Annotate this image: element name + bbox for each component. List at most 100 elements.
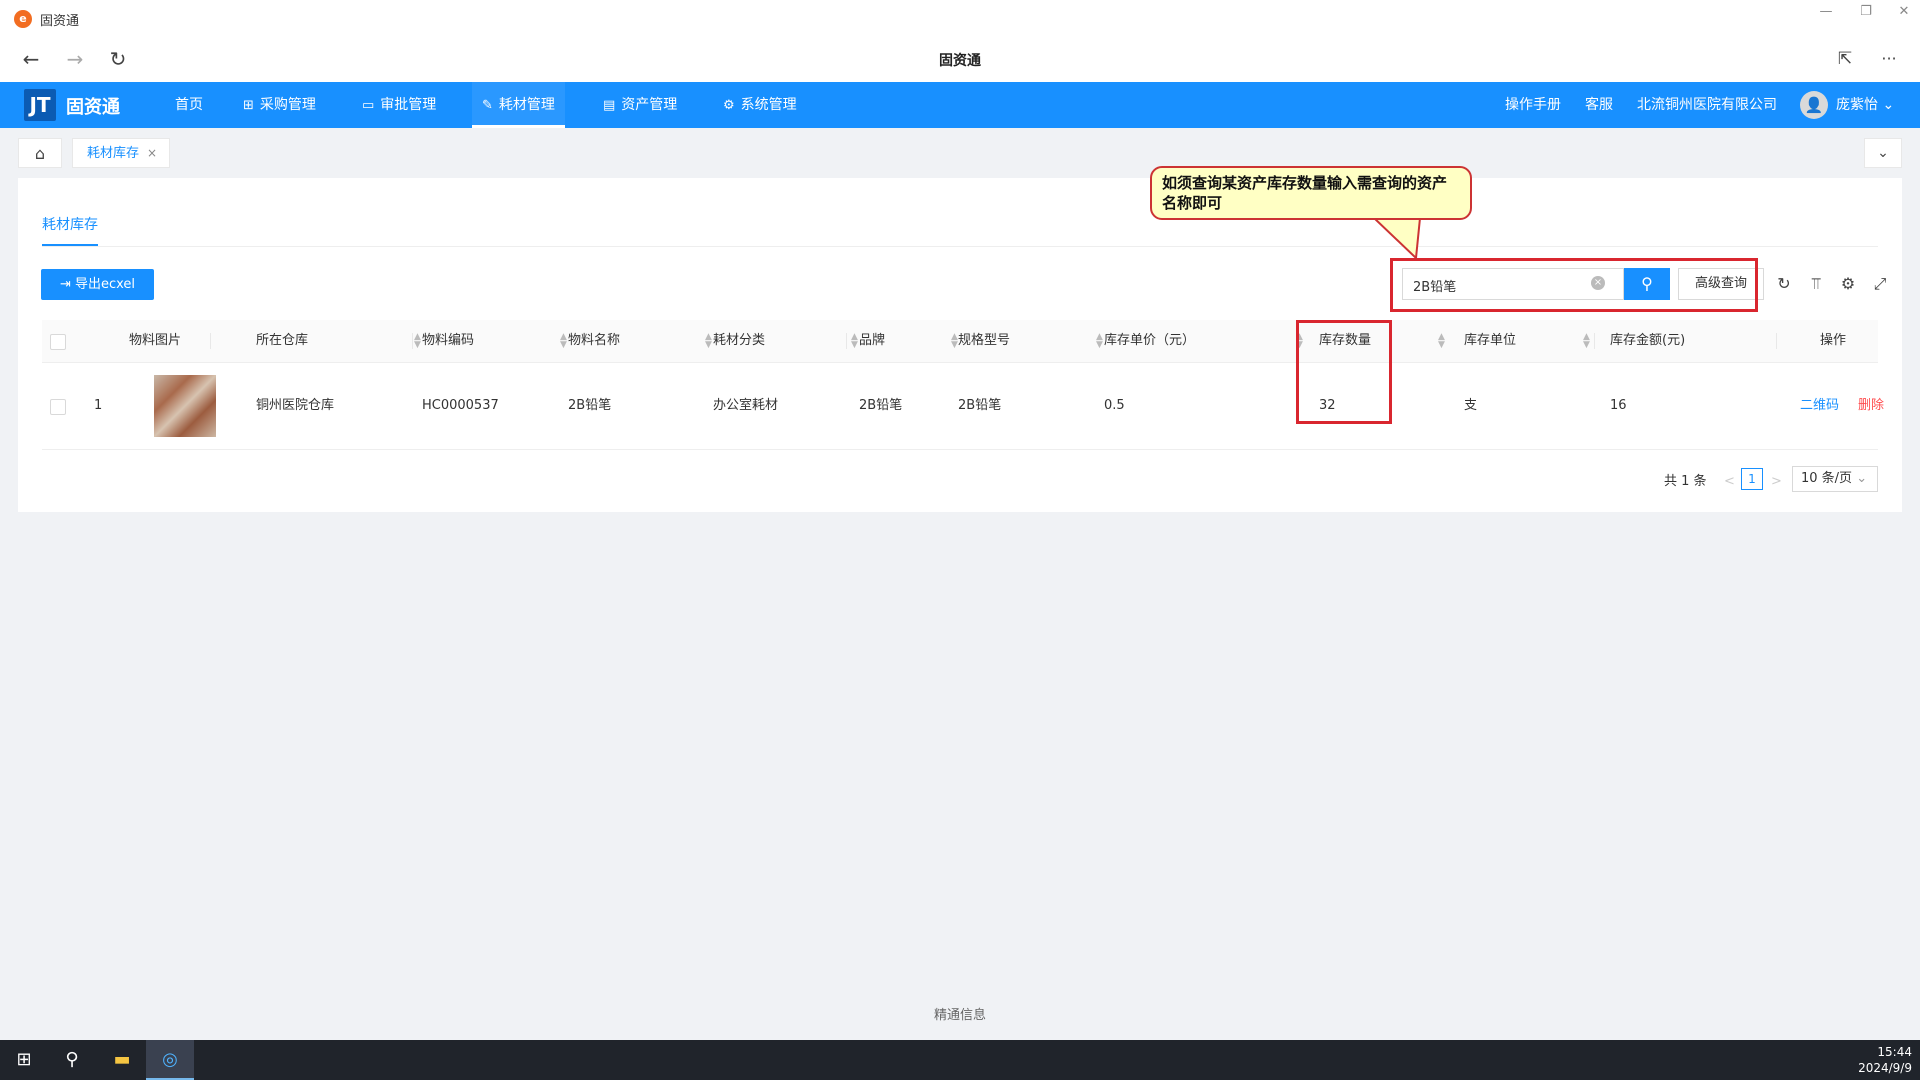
forward-icon[interactable]: → xyxy=(62,48,88,70)
sort-icon[interactable]: ▲ ▼ xyxy=(560,333,567,350)
callout-pointer xyxy=(1371,216,1422,261)
column-header[interactable]: 耗材分类 xyxy=(713,320,765,362)
menu-label: 系统管理 xyxy=(740,97,797,113)
company-name[interactable]: 北流铜州医院有限公司 xyxy=(1637,82,1777,128)
system-clock[interactable]: 15:44 2024/9/9 xyxy=(1840,1044,1912,1076)
pagination-next-icon[interactable]: > xyxy=(1771,470,1782,494)
export-excel-button[interactable]: ⇥ 导出ecxel xyxy=(41,269,154,300)
sort-icon[interactable]: ▲ ▼ xyxy=(1096,333,1103,350)
menu-assets[interactable]: ▤ 资产管理 xyxy=(603,82,677,128)
column-header[interactable]: 物料名称 xyxy=(568,320,620,362)
refresh-icon[interactable]: ↻ xyxy=(1774,274,1794,294)
table-row: 1 铜州医院仓库 HC0000537 2B铅笔 办公室耗材 2B铅笔 2B铅笔 … xyxy=(42,363,1884,450)
tabs-bar: ⌂ 耗材库存 × ⌄ xyxy=(0,128,1920,176)
taskbar-search-icon[interactable]: ⚲ xyxy=(48,1040,96,1080)
close-icon[interactable]: × xyxy=(147,146,157,160)
material-image[interactable] xyxy=(154,375,216,437)
menu-system[interactable]: ⚙ 系统管理 xyxy=(723,82,797,128)
taskbar: ⊞ ⚲ ▬ ◎ 15:44 2024/9/9 xyxy=(0,1040,1920,1080)
cell-amount: 16 xyxy=(1610,398,1627,413)
column-header[interactable]: 库存金额(元) xyxy=(1610,320,1685,362)
menu-consumables[interactable]: ✎ 耗材管理 xyxy=(472,82,565,128)
column-height-icon[interactable]: ⫪ xyxy=(1806,274,1826,294)
main-card: 耗材库存 ⇥ 导出ecxel × ⚲ 高级查询 ↻ ⫪ ⚙ ⤢ 物料图片 所在仓… xyxy=(18,178,1902,512)
settings-icon: ⚙ xyxy=(723,98,735,113)
cell-warehouse: 铜州医院仓库 xyxy=(256,398,335,413)
cell-unit: 支 xyxy=(1464,398,1478,413)
row-index: 1 xyxy=(94,398,103,413)
column-header[interactable]: 物料编码 xyxy=(422,320,474,362)
column-divider xyxy=(1776,333,1777,349)
chevron-down-icon: ⌄ xyxy=(1856,471,1868,486)
settings-icon[interactable]: ⚙ xyxy=(1838,274,1858,294)
delete-link[interactable]: 删除 xyxy=(1858,363,1884,449)
manual-link[interactable]: 操作手册 xyxy=(1505,82,1561,128)
cell-name: 2B铅笔 xyxy=(568,398,612,413)
sort-icon[interactable]: ▲ ▼ xyxy=(951,333,958,350)
reload-icon[interactable]: ↻ xyxy=(105,48,131,70)
restore-button[interactable]: ❐ xyxy=(1852,4,1880,24)
file-explorer-icon[interactable]: ▬ xyxy=(98,1040,146,1080)
brand-logo-icon: JT xyxy=(24,89,56,121)
page-size-select[interactable]: 10 条/页 ⌄ xyxy=(1792,466,1878,492)
cell-unit-price: 0.5 xyxy=(1104,398,1125,413)
subtab-active-indicator xyxy=(42,244,98,246)
brand-name: 固资通 xyxy=(66,97,120,118)
column-divider xyxy=(1594,333,1595,349)
app-header: JT 固资通 首页 ⊞ 采购管理 ▭ 审批管理 ✎ 耗材管理 ▤ 资产管理 ⚙ 系统管理 … xyxy=(0,82,1920,128)
share-icon[interactable]: ⇱ xyxy=(1832,48,1858,70)
menu-label: 首页 xyxy=(175,97,203,113)
column-header: 物料图片 xyxy=(129,333,182,348)
menu-home[interactable]: 首页 xyxy=(175,82,203,128)
select-all-checkbox[interactable] xyxy=(50,334,66,350)
more-options-icon[interactable]: ··· xyxy=(1876,48,1902,70)
cell-category: 办公室耗材 xyxy=(713,398,779,413)
pagination-page-1[interactable]: 1 xyxy=(1741,468,1763,490)
sort-icon[interactable]: ▲ ▼ xyxy=(851,333,858,350)
clock-date: 2024/9/9 xyxy=(1858,1061,1912,1075)
user-menu[interactable]: 庞紫怡 ⌄ xyxy=(1836,82,1894,128)
back-icon[interactable]: ← xyxy=(18,48,44,70)
sort-icon[interactable]: ▲ ▼ xyxy=(1583,333,1590,350)
edit-icon: ✎ xyxy=(482,98,493,113)
tab-consumable-stock[interactable]: 耗材库存 × xyxy=(72,138,170,168)
sort-icon[interactable]: ▲ ▼ xyxy=(705,333,712,350)
minimize-button[interactable]: — xyxy=(1812,4,1840,24)
cell-model: 2B铅笔 xyxy=(958,398,1002,413)
tabs-dropdown-icon[interactable]: ⌄ xyxy=(1864,138,1902,168)
subtab-divider xyxy=(42,246,1878,247)
column-header[interactable]: 品牌 xyxy=(859,320,885,362)
cell-code: HC0000537 xyxy=(422,398,499,413)
column-header[interactable]: 库存单价（元） xyxy=(1104,320,1195,362)
page-size-value: 10 条/页 xyxy=(1801,471,1853,486)
clock-time: 15:44 xyxy=(1877,1045,1912,1059)
qr-code-link[interactable]: 二维码 xyxy=(1800,363,1839,449)
menu-label: 审批管理 xyxy=(380,97,437,113)
browser-page-title: 固资通 xyxy=(939,53,981,69)
page-footer: 精通信息 xyxy=(933,1008,986,1023)
user-avatar-icon[interactable]: 👤 xyxy=(1800,91,1828,119)
column-header[interactable]: 库存单位 xyxy=(1464,320,1516,362)
menu-purchase[interactable]: ⊞ 采购管理 xyxy=(243,82,316,128)
annotation-callout: 如须查询某资产库存数量输入需查询的资产名称即可 xyxy=(1150,166,1472,220)
menu-approval[interactable]: ▭ 审批管理 xyxy=(362,82,436,128)
pagination-prev-icon[interactable]: < xyxy=(1724,470,1735,494)
service-link[interactable]: 客服 xyxy=(1585,82,1613,128)
row-checkbox[interactable] xyxy=(50,399,66,415)
search-highlight-box xyxy=(1390,258,1758,312)
window-title: 固资通 xyxy=(40,14,80,29)
column-header[interactable]: 规格型号 xyxy=(958,320,1010,362)
app-logo-icon: e xyxy=(14,10,32,28)
start-icon[interactable]: ⊞ xyxy=(0,1040,48,1080)
sort-icon[interactable]: ▲ ▼ xyxy=(1438,333,1445,350)
column-divider xyxy=(846,333,847,349)
home-icon[interactable]: ⌂ xyxy=(18,138,62,168)
column-header: 操作 xyxy=(1820,333,1847,348)
column-header[interactable]: 所在仓库 xyxy=(256,320,308,362)
fullscreen-icon[interactable]: ⤢ xyxy=(1870,274,1890,294)
browser-app-icon[interactable]: ◎ xyxy=(146,1040,194,1080)
menu-label: 耗材管理 xyxy=(498,97,555,113)
subtab-consumable-stock[interactable]: 耗材库存 xyxy=(42,214,98,234)
sort-icon[interactable]: ▲ ▼ xyxy=(414,333,421,350)
close-window-button[interactable]: ✕ xyxy=(1890,4,1918,24)
